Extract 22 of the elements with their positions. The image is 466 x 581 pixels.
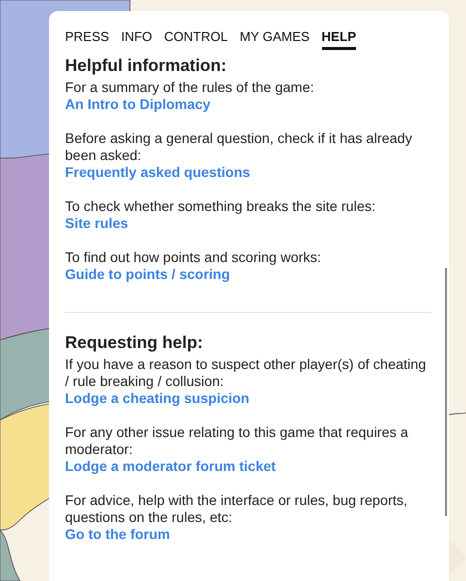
nav-tab[interactable]: MY GAMES	[240, 27, 310, 50]
section-heading: Helpful information:	[65, 56, 228, 76]
help-text: To find out how points and scoring works:	[65, 249, 322, 266]
help-link[interactable]: Frequently asked questions	[65, 164, 250, 181]
help-link[interactable]: Guide to points / scoring	[65, 266, 230, 283]
help-text: For advice, help with the interface or rules, bug reports, questions on the rules, etc:	[65, 492, 408, 526]
section-heading: Requesting help:	[65, 333, 204, 353]
help-text: To check whether something breaks the site rules:	[65, 198, 376, 215]
help-link[interactable]: Lodge a cheating suspicion	[65, 390, 250, 407]
nav-tab[interactable]: HELP	[322, 27, 356, 50]
help-text: Before asking a general question, check if it has already been asked:	[65, 130, 414, 164]
help-link[interactable]: Go to the forum	[65, 526, 170, 543]
help-link[interactable]: Lodge a moderator forum ticket	[65, 458, 276, 475]
nav-tab[interactable]: PRESS	[65, 27, 110, 50]
help-text: For any other issue relating to this game that requires a moderator:	[65, 424, 410, 458]
scrollbar[interactable]	[445, 268, 447, 516]
help-link[interactable]: Site rules	[65, 215, 128, 232]
nav-tab[interactable]: CONTROL	[164, 27, 228, 50]
nav-tab[interactable]: INFO	[121, 27, 152, 50]
help-text: If you have a reason to suspect other player(s) of cheating / rule breaking / collusion:	[65, 356, 428, 390]
help-link[interactable]: An Intro to Diplomacy	[65, 96, 210, 113]
help-text: For a summary of the rules of the game:	[65, 79, 314, 96]
